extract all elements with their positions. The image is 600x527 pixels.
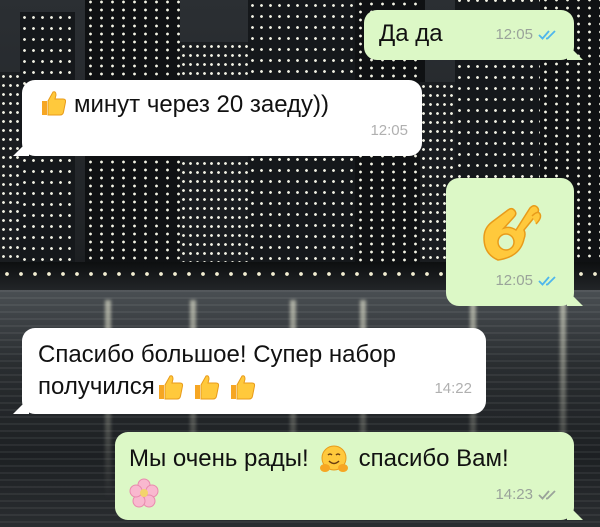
message-text-line-1: Спасибо большое! Супер набор xyxy=(38,341,396,368)
message-meta: 12:05 xyxy=(495,264,560,298)
read-ticks-icon xyxy=(538,275,560,287)
message-time: 14:22 xyxy=(434,380,472,397)
thumbs-up-icon xyxy=(155,372,185,402)
thumbs-up-icon xyxy=(38,88,68,118)
message-meta: 12:05 xyxy=(495,18,560,52)
message-bubble-outgoing[interactable]: 12:05 xyxy=(446,178,574,306)
message-bubble-incoming[interactable]: Спасибо большое! Супер набор получился 1… xyxy=(22,328,486,414)
message-line-1: Мы очень рады! спасибо Вам! xyxy=(129,442,509,476)
thumbs-up-icon xyxy=(191,372,221,402)
message-text-part-1: Мы очень рады! xyxy=(129,445,309,472)
message-line-2: получился xyxy=(38,370,257,404)
hugging-face-icon xyxy=(319,444,349,474)
thumbs-up-icon xyxy=(227,372,257,402)
message-text-line-2: получился xyxy=(38,373,155,400)
message-time: 12:05 xyxy=(495,26,533,43)
message-time: 12:05 xyxy=(495,272,533,289)
message-meta: 12:05 xyxy=(370,114,408,148)
building xyxy=(180,42,250,272)
message-text: Да да xyxy=(379,20,443,47)
message-text-part-2: спасибо Вам! xyxy=(358,445,509,472)
message-time: 12:05 xyxy=(370,122,408,139)
message-meta: 14:23 xyxy=(495,478,560,512)
message-bubble-outgoing[interactable]: Да да 12:05 xyxy=(364,10,574,60)
read-ticks-icon xyxy=(538,29,560,41)
message-bubble-incoming[interactable]: минут через 20 заеду)) 12:05 xyxy=(22,80,422,156)
message-text: минут через 20 заеду)) xyxy=(74,91,330,118)
message-bubble-outgoing[interactable]: Мы очень рады! спасибо Вам! 14:23 xyxy=(115,432,574,520)
message-meta: 14:22 xyxy=(434,372,472,406)
message-time: 14:23 xyxy=(495,486,533,503)
delivered-ticks-icon xyxy=(538,489,560,501)
cherry-blossom-icon xyxy=(129,478,159,508)
